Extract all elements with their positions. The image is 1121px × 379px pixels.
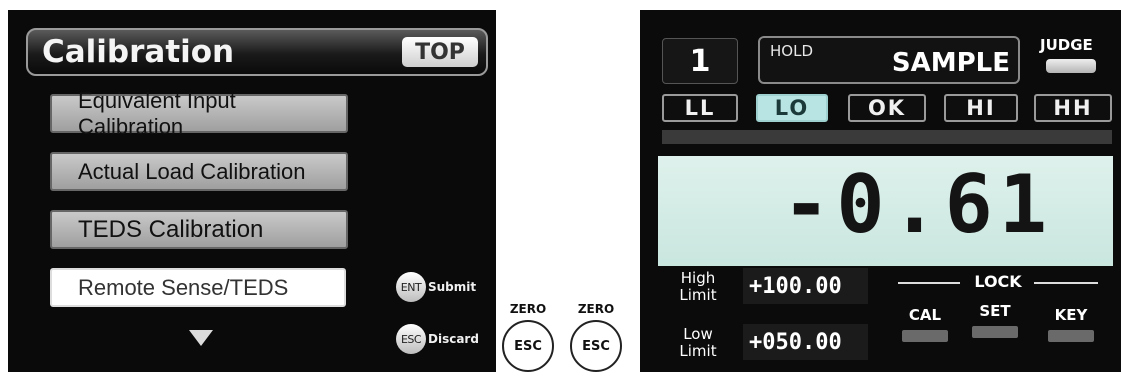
lock-key-label: KEY: [1054, 306, 1088, 324]
high-limit-value[interactable]: +100.00: [743, 268, 868, 304]
lock-set[interactable]: SET: [970, 302, 1020, 338]
judgment-ok: OK: [848, 94, 926, 122]
sample-indicator: SAMPLE: [891, 48, 1010, 78]
esc-key-icon[interactable]: ESC: [396, 324, 426, 354]
menu-item-remote-sense-teds[interactable]: Remote Sense/TEDS: [50, 268, 346, 307]
lock-cal-label: CAL: [908, 306, 942, 324]
title-bar: Calibration TOP: [26, 28, 488, 76]
lock-cal-lamp: [902, 330, 948, 342]
lock-set-lamp: [972, 326, 1018, 338]
lock-divider-right: [1034, 282, 1098, 284]
calibration-screen: Calibration TOP Equivalent Input Calibra…: [8, 10, 496, 372]
value-panel: -0.61: [658, 156, 1113, 266]
judgment-ll: LL: [662, 94, 738, 122]
status-box: HOLD SAMPLE: [758, 36, 1020, 84]
measurement-screen: 1 HOLD SAMPLE JUDGE LL LO OK HI HH -0.61…: [640, 10, 1121, 372]
judgment-hi: HI: [944, 94, 1018, 122]
ent-key-icon[interactable]: ENT: [396, 272, 426, 302]
esc-button[interactable]: ESC: [502, 320, 554, 372]
lock-cal[interactable]: CAL: [900, 306, 950, 342]
esc-button[interactable]: ESC: [570, 320, 622, 372]
high-limit-label: High Limit: [666, 270, 730, 304]
submit-softkey[interactable]: ENT Submit: [396, 272, 476, 302]
menu-item-equivalent-input-calibration[interactable]: Equivalent Input Calibration: [50, 88, 348, 139]
high-limit-label-line2: Limit: [679, 286, 717, 304]
low-limit-label: Low Limit: [666, 326, 730, 360]
measured-value: -0.61: [782, 158, 1053, 251]
judgment-hh: HH: [1034, 94, 1112, 122]
channel-number: 1: [662, 38, 738, 84]
judgment-lo: LO: [756, 94, 828, 122]
judge-label: JUDGE: [1040, 36, 1093, 54]
submit-label: Submit: [428, 280, 477, 294]
low-limit-label-line2: Limit: [679, 342, 717, 360]
judge-lamp: [1046, 59, 1096, 73]
page-title: Calibration: [42, 34, 235, 70]
discard-label: Discard: [428, 332, 479, 346]
zero-label: ZERO: [509, 302, 547, 316]
bar-indicator: [662, 130, 1112, 144]
low-limit-value[interactable]: +050.00: [743, 324, 868, 360]
down-arrow-icon[interactable]: [189, 330, 213, 346]
zero-esc-key-1[interactable]: ZERO ESC: [502, 302, 554, 372]
hold-indicator: HOLD: [770, 42, 813, 60]
lock-key[interactable]: KEY: [1046, 306, 1096, 342]
high-limit-label-line1: High: [680, 269, 716, 287]
menu-item-teds-calibration[interactable]: TEDS Calibration: [50, 210, 348, 249]
zero-esc-key-2[interactable]: ZERO ESC: [570, 302, 622, 372]
lock-set-label: SET: [979, 302, 1011, 320]
zero-label: ZERO: [577, 302, 615, 316]
top-button[interactable]: TOP: [402, 37, 478, 67]
lock-key-lamp: [1048, 330, 1094, 342]
low-limit-label-line1: Low: [683, 325, 713, 343]
discard-softkey[interactable]: ESC Discard: [396, 324, 479, 354]
menu-item-actual-load-calibration[interactable]: Actual Load Calibration: [50, 152, 348, 191]
